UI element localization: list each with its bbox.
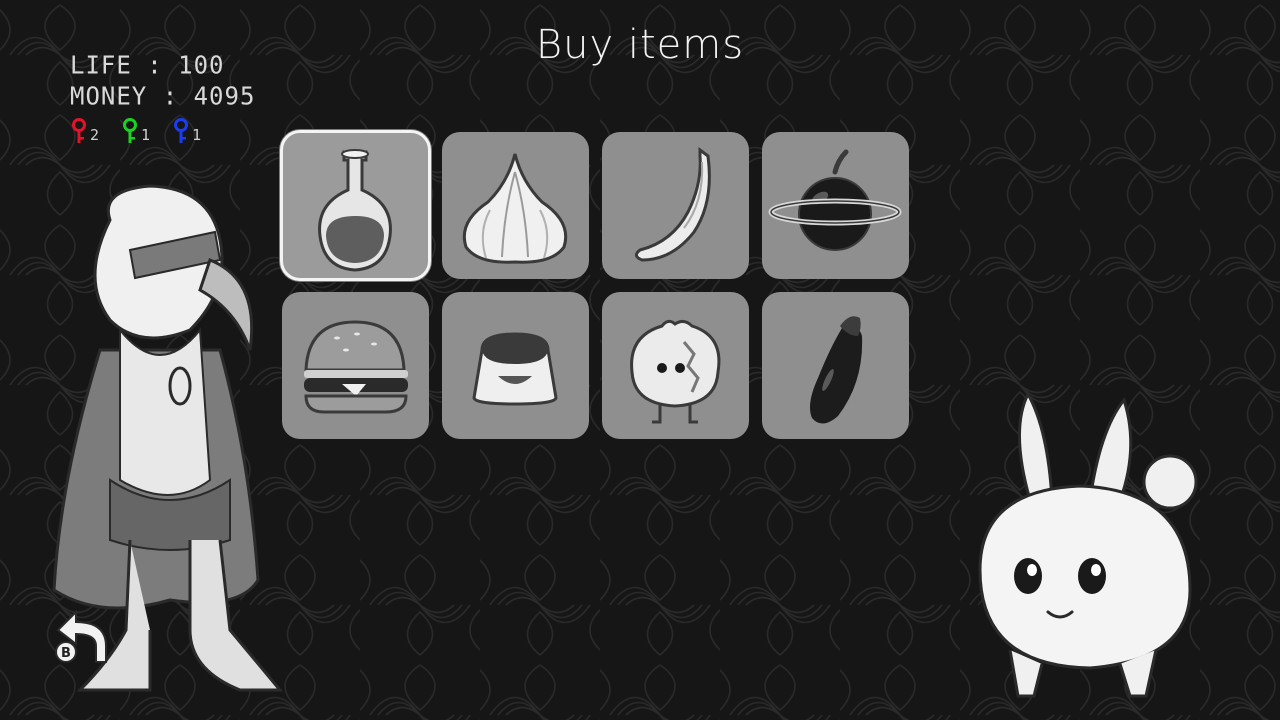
shop-item-grid (280, 130, 909, 439)
blue-key-icon (174, 118, 189, 143)
shop-item-potion[interactable] (280, 130, 431, 281)
pudding-icon (472, 332, 558, 406)
key-inventory: 2 1 1 (70, 118, 255, 144)
banana-icon (635, 147, 711, 262)
shop-item-pudding[interactable] (442, 292, 589, 439)
red-key-count: 2 (90, 126, 100, 144)
blue-key-count: 1 (192, 126, 202, 144)
b-button-glyph: B (61, 646, 71, 661)
eggplant-icon (810, 316, 863, 424)
shop-item-ringed-apple[interactable] (762, 132, 909, 279)
potion-icon (318, 149, 392, 272)
blue-key: 1 (172, 118, 201, 144)
shop-item-eggplant[interactable] (762, 292, 909, 439)
shop-item-garlic[interactable] (442, 132, 589, 279)
garlic-icon (462, 153, 568, 264)
shop-item-bun-creature[interactable] (602, 292, 749, 439)
player-stats: LIFE : 100 MONEY : 4095 2 1 1 (70, 50, 255, 144)
rabbit-creature-character (978, 390, 1198, 698)
money-readout: MONEY : 4095 (70, 81, 256, 111)
red-key-icon (72, 118, 86, 143)
green-key-count: 1 (141, 126, 151, 144)
green-key-icon (123, 118, 138, 143)
ringed-apple-icon (768, 149, 902, 251)
bun-creature-icon (630, 319, 721, 424)
hamburger-icon (304, 320, 408, 414)
red-key: 2 (70, 118, 99, 144)
shop-item-banana[interactable] (602, 132, 749, 279)
back-button[interactable]: B (52, 600, 114, 666)
green-key: 1 (121, 118, 150, 144)
shop-item-hamburger[interactable] (282, 292, 429, 439)
life-readout: LIFE : 100 (70, 50, 225, 80)
